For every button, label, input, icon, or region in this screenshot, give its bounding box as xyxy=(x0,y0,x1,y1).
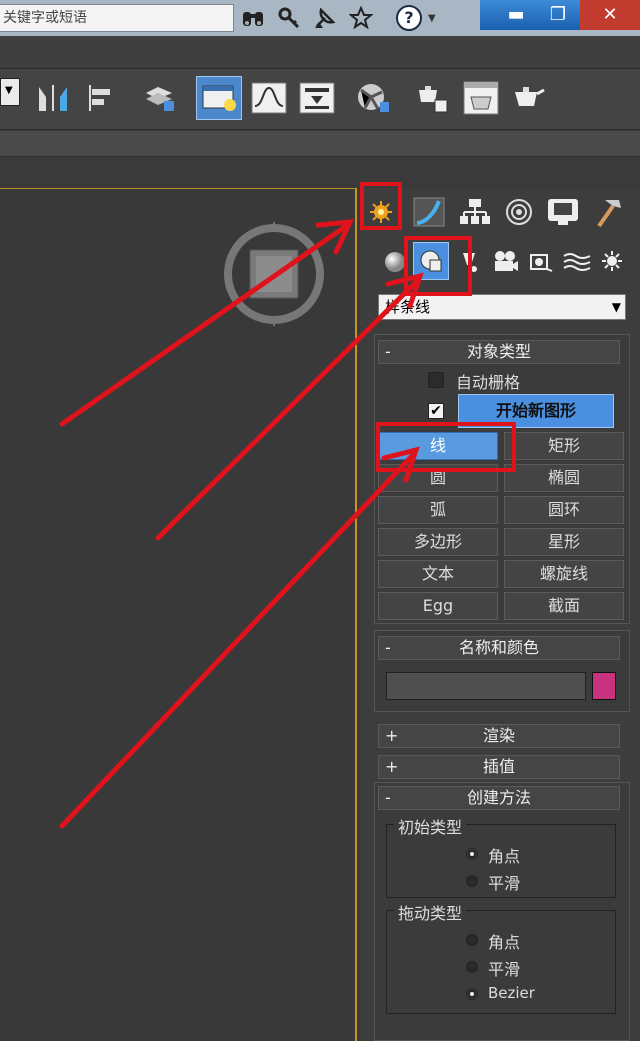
annotation-arrows xyxy=(59,219,424,829)
arrow-to-shapes xyxy=(155,279,419,541)
arrow-to-line-button xyxy=(59,453,415,829)
